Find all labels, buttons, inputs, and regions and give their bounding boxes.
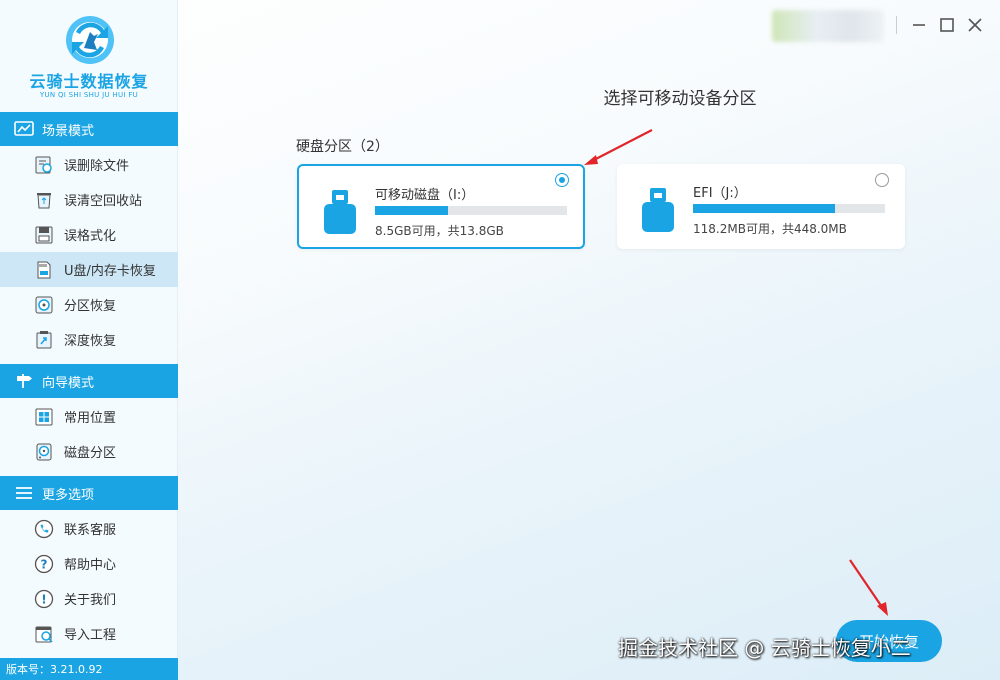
section-label: 场景模式 (42, 123, 95, 139)
sidebar-item-import-project[interactable]: 导入工程 (0, 616, 178, 651)
phone-icon (34, 519, 54, 538)
sidebar-item-format[interactable]: 误格式化 (0, 217, 178, 252)
partition-usage-bar (693, 204, 885, 213)
maximize-button[interactable] (934, 12, 960, 38)
sidebar-item-common-locations[interactable]: 常用位置 (0, 399, 178, 434)
watermark-text: 掘金技术社区 @ 云骑士恢复小二 (618, 636, 911, 660)
sidebar-item-partition-recovery[interactable]: 分区恢复 (0, 287, 178, 322)
disk-icon (36, 443, 52, 460)
sidebar-item-label: 导入工程 (64, 628, 117, 643)
svg-text:?: ? (41, 557, 48, 571)
app-title: 云骑士数据恢复 (29, 72, 149, 91)
sidebar-item-recycle-bin[interactable]: 误清空回收站 (0, 182, 178, 217)
knight-logo-icon (66, 16, 114, 64)
partition-icon (35, 296, 53, 313)
info-icon: ! (34, 589, 54, 608)
scene-icon (14, 121, 34, 136)
section-label: 向导模式 (42, 375, 95, 391)
section-scene-mode: 场景模式 (0, 112, 178, 146)
sidebar-item-label: 分区恢复 (64, 299, 117, 314)
partition-group-label: 硬盘分区（2） (296, 139, 389, 155)
svg-text:!: ! (41, 592, 46, 606)
sidebar-item-label: 磁盘分区 (64, 446, 117, 461)
page-title: 选择可移动设备分区 (603, 89, 757, 109)
recycle-bin-icon (37, 192, 51, 208)
sidebar-item-label: U盘/内存卡恢复 (64, 264, 156, 279)
windows-icon (35, 408, 53, 425)
partition-name: 可移动磁盘（I:） (375, 188, 475, 203)
sidebar-item-label: 误格式化 (64, 229, 117, 244)
toolbar-divider (896, 16, 897, 34)
format-icon (35, 226, 53, 243)
signpost-icon (17, 374, 32, 388)
sidebar-item-help-center[interactable]: ? 帮助中心 (0, 546, 178, 581)
section-label: 更多选项 (42, 487, 95, 503)
sidebar-item-disk-partition[interactable]: 磁盘分区 (0, 434, 178, 469)
sidebar-item-deep-recovery[interactable]: 深度恢复 (0, 322, 178, 357)
partition-usage-fill (375, 206, 448, 215)
usb-drive-icon (642, 188, 674, 232)
minimize-button[interactable] (906, 12, 932, 38)
deleted-file-icon (35, 156, 52, 173)
sidebar-item-about-us[interactable]: ! 关于我们 (0, 581, 178, 616)
sidebar-item-contact-support[interactable]: 联系客服 (0, 511, 178, 546)
section-guide-mode: 向导模式 (0, 364, 178, 398)
sidebar-item-label: 常用位置 (64, 411, 117, 426)
sidebar-item-usb-card-recovery[interactable]: U盘/内存卡恢复 (0, 252, 178, 287)
partition-size: 8.5GB可用，共13.8GB (375, 224, 504, 238)
sidebar-item-label: 误清空回收站 (64, 194, 143, 209)
maximize-icon (940, 18, 954, 32)
help-icon: ? (34, 554, 54, 573)
import-icon (35, 626, 53, 643)
sidebar-item-label: 联系客服 (64, 523, 117, 538)
app-subtitle: YUN QI SHI SHU JU HUI FU (39, 91, 139, 99)
partition-name: EFI（J:） (693, 186, 747, 201)
sidebar: 云骑士数据恢复 YUN QI SHI SHU JU HUI FU 场景模式 误删… (0, 0, 178, 680)
close-icon (968, 18, 982, 32)
partition-usage-fill (693, 204, 836, 213)
version-label: 版本号：3.21.0.92 (0, 658, 178, 680)
app-logo: 云骑士数据恢复 YUN QI SHI SHU JU HUI FU (0, 0, 178, 112)
annotation-arrow-icon (849, 559, 888, 616)
sidebar-item-deleted-files[interactable]: 误删除文件 (0, 147, 178, 182)
sd-card-icon (37, 261, 51, 278)
partition-card-efi[interactable]: EFI（J:） 118.2MB可用，共448.0MB (617, 164, 905, 249)
close-button[interactable] (962, 12, 988, 38)
deep-recovery-icon (36, 330, 52, 348)
sidebar-item-label: 关于我们 (64, 593, 117, 608)
usb-drive-icon (324, 190, 356, 234)
partition-radio[interactable] (875, 173, 889, 187)
partition-radio-selected[interactable] (555, 173, 569, 187)
partition-card-removable-disk[interactable]: 可移动磁盘（I:） 8.5GB可用，共13.8GB (297, 164, 585, 249)
sidebar-item-label: 深度恢复 (64, 334, 117, 349)
user-account-area[interactable] (772, 10, 884, 42)
sidebar-item-label: 误删除文件 (64, 159, 130, 174)
section-more-options: 更多选项 (0, 476, 178, 510)
menu-icon (16, 487, 32, 499)
annotation-arrow-icon (584, 129, 653, 165)
minimize-icon (913, 24, 925, 26)
partition-usage-bar (375, 206, 567, 215)
sidebar-item-label: 帮助中心 (64, 558, 117, 573)
partition-size: 118.2MB可用，共448.0MB (693, 222, 847, 236)
